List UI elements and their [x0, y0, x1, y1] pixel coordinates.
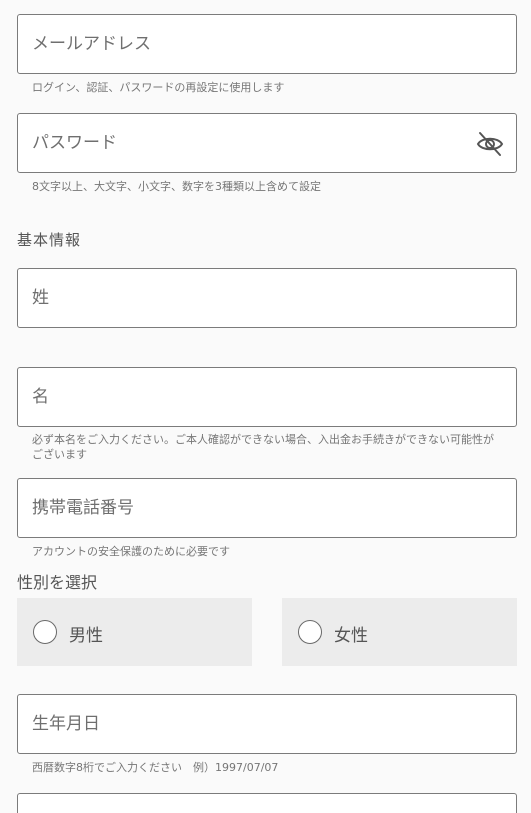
gender-title: 性別を選択: [17, 573, 98, 592]
password-field-container: [17, 113, 517, 173]
first-name-field[interactable]: [18, 368, 516, 426]
password-helper-text: 8文字以上、大文字、小文字、数字を3種類以上含めて設定: [32, 180, 321, 193]
phone-field[interactable]: [18, 479, 516, 537]
email-field[interactable]: [18, 15, 516, 73]
gender-option-label: 男性: [69, 626, 103, 646]
email-helper-text: ログイン、認証、パスワードの再設定に使用します: [32, 81, 285, 94]
birthday-field[interactable]: [18, 695, 516, 753]
gender-option-female[interactable]: 女性: [282, 598, 517, 666]
radio-circle-icon[interactable]: [298, 620, 322, 644]
first-name-helper-text: 必ず本名をご入力ください。ご本人確認ができない場合、入出金お手続きができない可能…: [32, 433, 494, 461]
email-field-container: [17, 14, 517, 74]
radio-circle-icon[interactable]: [33, 620, 57, 644]
eye-off-icon[interactable]: [476, 131, 504, 157]
birthday-helper-text: 西暦数字8桁でご入力ください 例）1997/07/07: [32, 761, 279, 774]
phone-helper-text: アカウントの安全保護のために必要です: [32, 545, 230, 558]
gender-option-label: 女性: [334, 626, 368, 646]
gender-option-male[interactable]: 男性: [17, 598, 252, 666]
first-name-field-container: [17, 367, 517, 427]
next-field-partial[interactable]: [17, 793, 517, 813]
phone-field-container: [17, 478, 517, 538]
last-name-field-container: [17, 268, 517, 328]
last-name-field[interactable]: [18, 269, 516, 327]
birthday-field-container: [17, 694, 517, 754]
section-title-basic-info: 基本情報: [17, 231, 82, 249]
password-field[interactable]: [18, 114, 516, 172]
